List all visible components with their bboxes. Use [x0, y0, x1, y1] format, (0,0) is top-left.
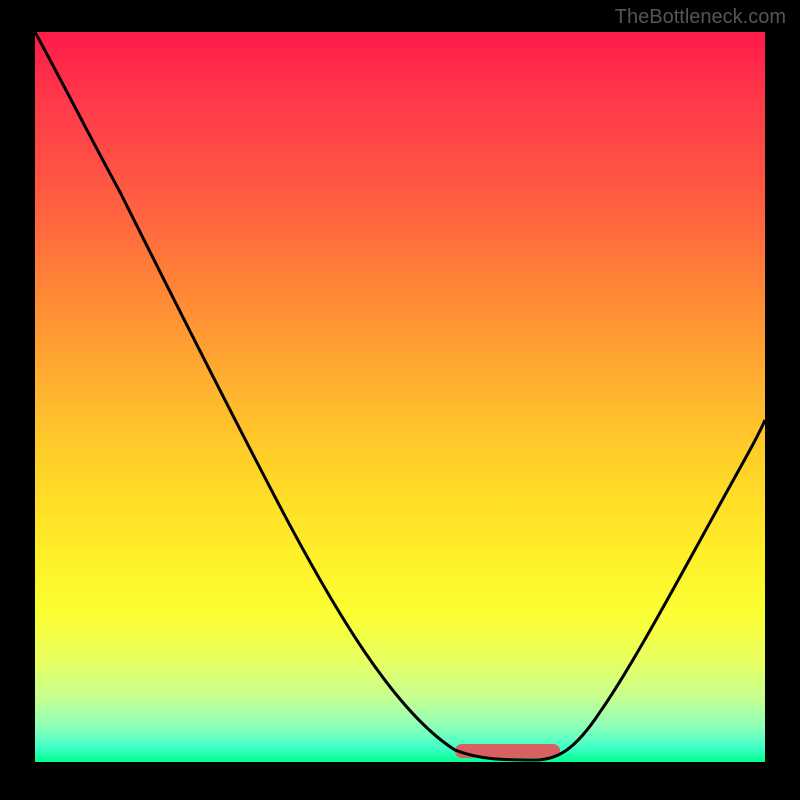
chart-container: TheBottleneck.com — [0, 0, 800, 800]
watermark-text: TheBottleneck.com — [615, 6, 786, 29]
bottleneck-curve-path — [35, 32, 765, 760]
bottleneck-curve-svg — [35, 32, 765, 762]
